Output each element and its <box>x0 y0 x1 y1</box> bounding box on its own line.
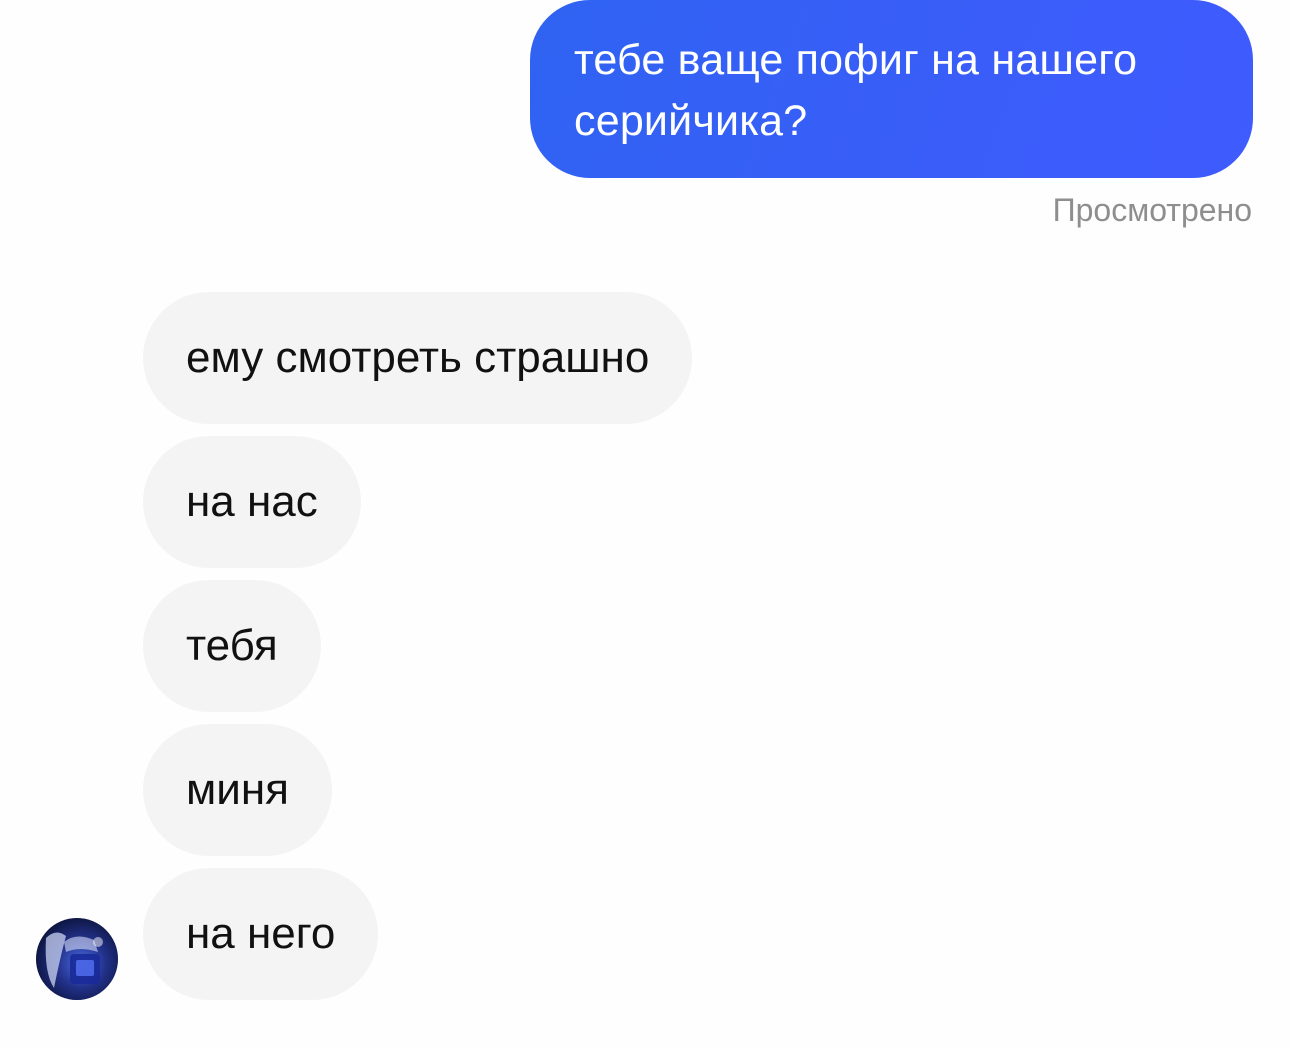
incoming-message-text: тебя <box>186 621 278 670</box>
incoming-message-text: на нас <box>186 477 318 526</box>
outgoing-message-line-1: тебе ваще пофиг на нашего <box>574 36 1138 84</box>
incoming-message[interactable]: миня <box>143 724 332 856</box>
incoming-message[interactable]: тебя <box>143 580 321 712</box>
outgoing-message[interactable]: тебе ваще пофиг на нашего серийчика? <box>530 0 1253 178</box>
outgoing-message-line-2: серийчика? <box>574 97 808 145</box>
incoming-message[interactable]: ему смотреть страшно <box>143 292 693 424</box>
sender-avatar[interactable] <box>36 918 118 1000</box>
avatar-image-icon <box>36 918 118 1000</box>
incoming-message-text: на него <box>186 909 336 958</box>
incoming-message-text: ему смотреть страшно <box>186 333 650 382</box>
incoming-message[interactable]: на него <box>143 868 379 1000</box>
incoming-message-text: миня <box>186 765 289 814</box>
incoming-message[interactable]: на нас <box>143 436 361 568</box>
chat-thread[interactable]: тебе ваще пофиг на нашего серийчика? Про… <box>0 0 1290 1048</box>
seen-status: Просмотрено <box>1052 192 1252 228</box>
